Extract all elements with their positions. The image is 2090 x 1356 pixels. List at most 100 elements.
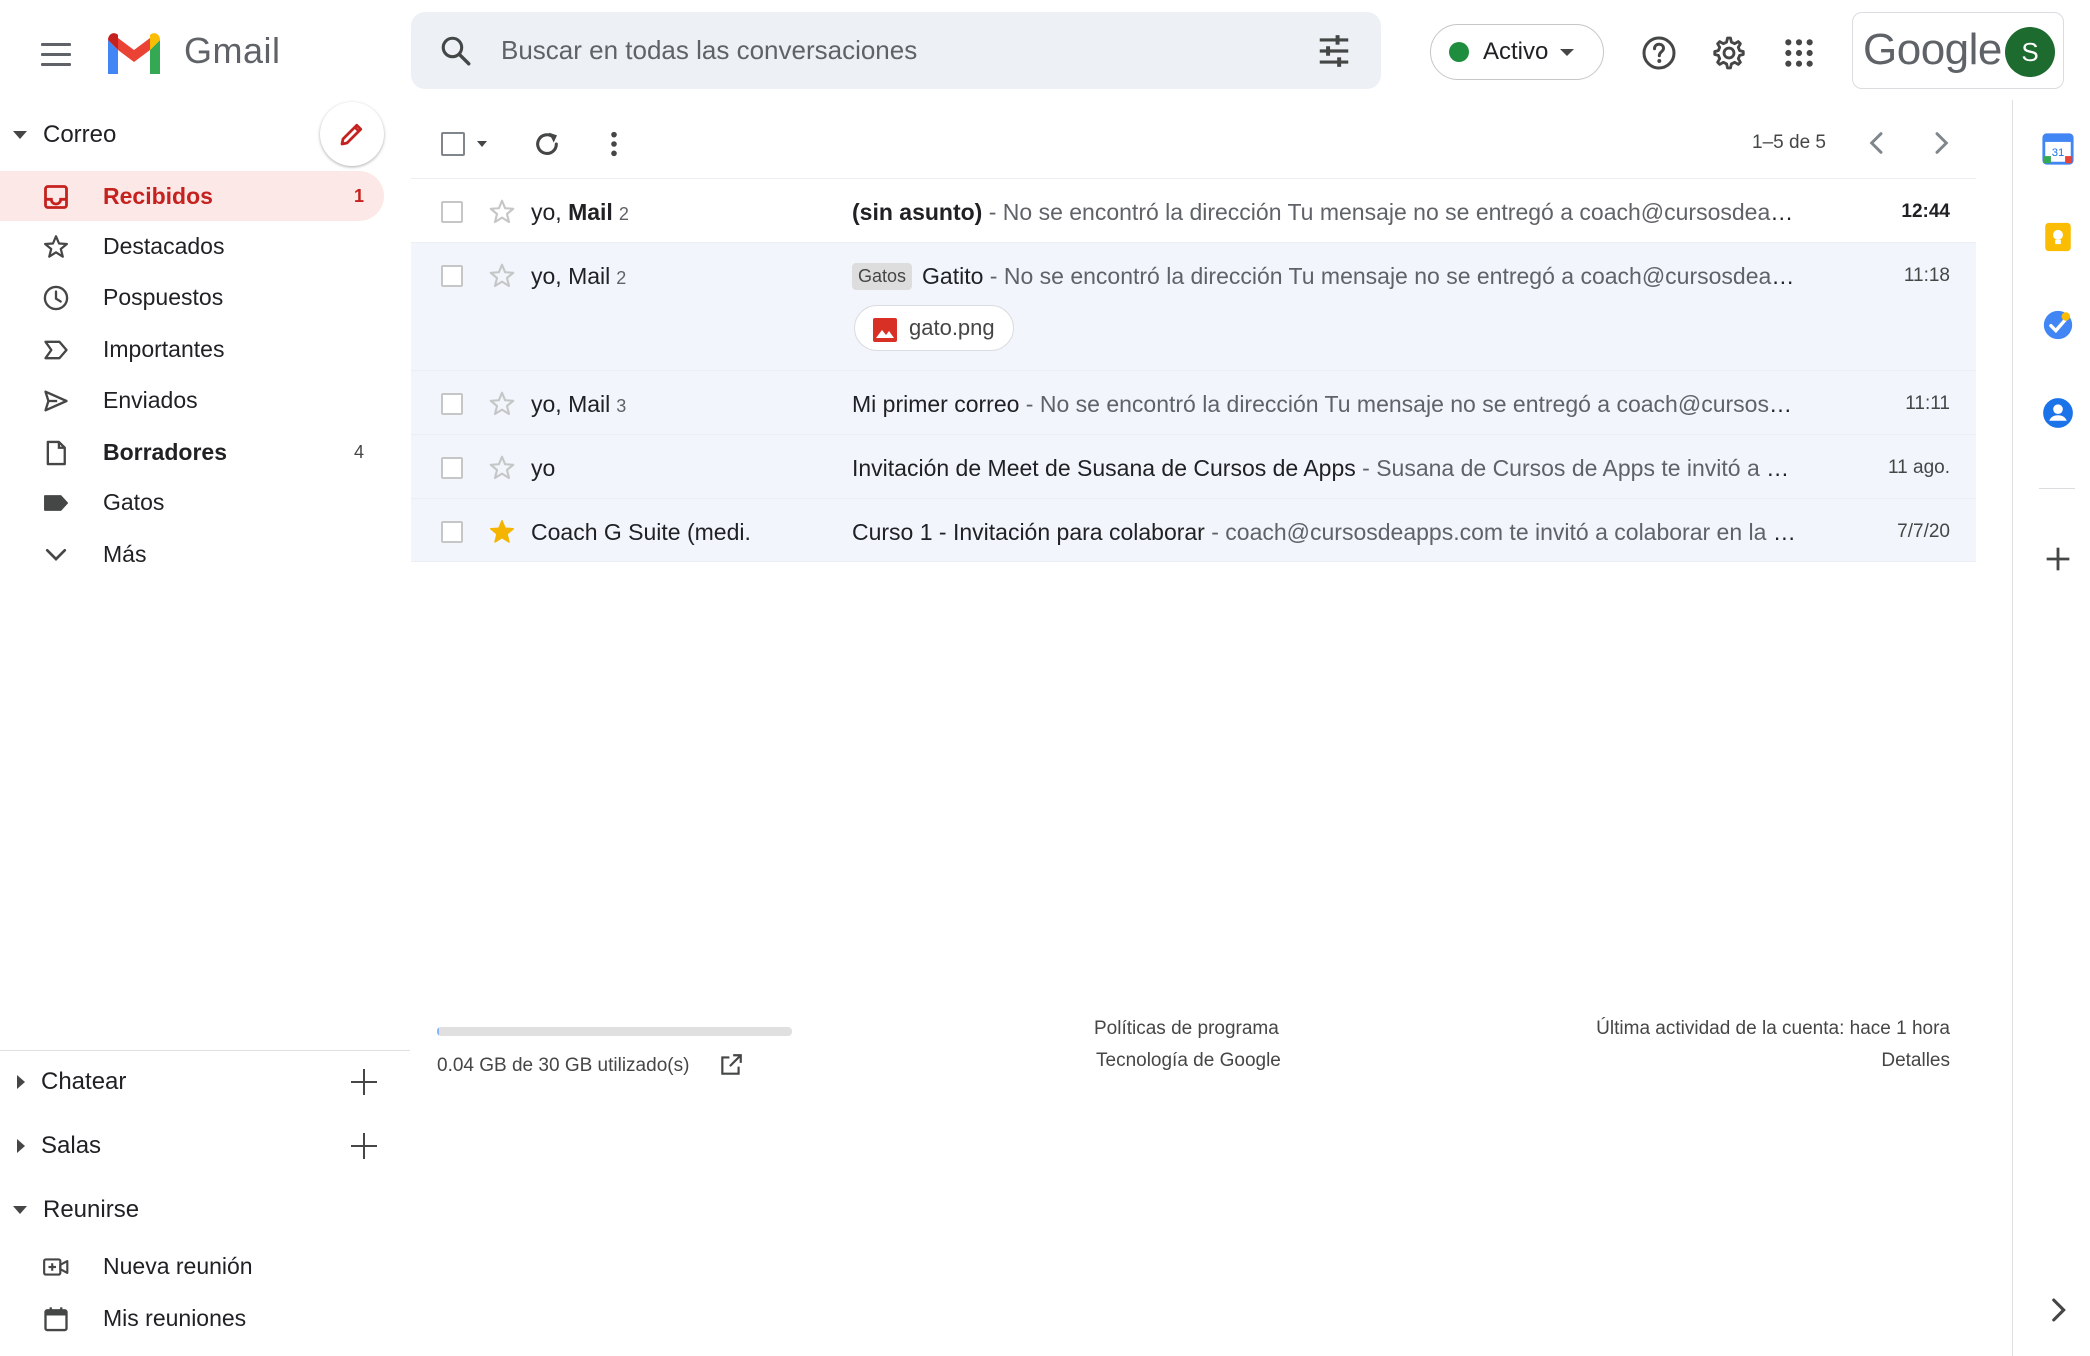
star-icon[interactable] <box>487 389 517 419</box>
email-row[interactable]: yo, Mail 2 Gatos Gatito - No se encontró l… <box>411 242 1976 370</box>
sidebar-item-label: Enviados <box>103 386 198 413</box>
email-content: (sin asunto) - No se encontró la direcci… <box>852 199 1800 225</box>
storage-bar <box>437 1027 792 1036</box>
select-dropdown-icon[interactable] <box>475 138 489 150</box>
attachment-chip[interactable]: gato.png <box>854 305 1014 351</box>
email-checkbox[interactable] <box>441 201 463 223</box>
meet-item-label: Nueva reunión <box>103 1252 253 1279</box>
sidebar-item-label: Borradores <box>103 438 227 465</box>
section-chat-label: Chatear <box>41 1068 127 1095</box>
sidebar-item-pospuestos[interactable]: Pospuestos <box>0 272 384 322</box>
sidebar-item-enviados[interactable]: Enviados <box>0 375 384 425</box>
star-icon[interactable] <box>487 197 517 227</box>
email-content: Invitación de Meet de Susana de Cursos d… <box>852 455 1800 481</box>
status-selector[interactable]: Activo <box>1430 24 1604 80</box>
email-time: 12:44 <box>1901 201 1950 222</box>
nav-divider <box>0 1050 410 1051</box>
section-meet[interactable]: Reunirse <box>0 1190 139 1230</box>
label-chip[interactable]: Gatos <box>852 263 913 290</box>
email-row[interactable]: Coach G Suite (medi. Curso 1 - Invitació… <box>411 498 1976 562</box>
sidebar-item-gatos[interactable]: Gatos <box>0 477 384 527</box>
edit-icon <box>340 123 363 146</box>
calendar-icon[interactable]: 31 <box>2041 132 2075 166</box>
email-row[interactable]: yo Invitación de Meet de Susana de Curso… <box>411 434 1976 498</box>
sidebar-item-mas[interactable]: Más <box>0 529 384 579</box>
expand-icon <box>17 1075 25 1089</box>
star-icon[interactable] <box>487 453 517 483</box>
section-chat[interactable]: Chatear <box>0 1062 126 1102</box>
attachment-name: gato.png <box>909 315 995 340</box>
contacts-icon[interactable] <box>2041 396 2075 430</box>
side-panel: 31 <box>2012 100 2090 1356</box>
section-rooms[interactable]: Salas <box>0 1126 101 1166</box>
help-icon[interactable] <box>1636 30 1682 76</box>
calendar-icon <box>42 1305 70 1333</box>
meet-new-meeting[interactable]: Nueva reunión <box>0 1241 384 1291</box>
email-checkbox[interactable] <box>441 457 463 479</box>
google-tech-link[interactable]: Tecnología de Google <box>1096 1050 1281 1072</box>
settings-icon[interactable] <box>1706 30 1752 76</box>
more-vert-icon[interactable] <box>598 128 630 160</box>
unread-count: 1 <box>353 185 364 206</box>
program-policies-link[interactable]: Políticas de programa <box>1094 1018 1279 1040</box>
account-button[interactable]: Google S <box>1852 12 2064 89</box>
sidebar-item-borradores[interactable]: Borradores 4 <box>0 427 384 477</box>
sidebar-item-importantes[interactable]: Importantes <box>0 324 384 374</box>
storage-text: 0.04 GB de 30 GB utilizado(s) <box>437 1055 690 1076</box>
chevron-right-icon[interactable] <box>2041 1293 2075 1327</box>
status-label: Activo <box>1483 38 1549 65</box>
details-link[interactable]: Detalles <box>1881 1050 1950 1072</box>
refresh-icon[interactable] <box>531 128 563 160</box>
email-time: 11:11 <box>1905 393 1950 414</box>
new-chat-plus-icon[interactable] <box>348 1066 380 1098</box>
menu-icon[interactable] <box>32 30 80 78</box>
compose-button[interactable] <box>320 102 384 166</box>
email-sender: yo, Mail 2 <box>531 199 629 225</box>
email-time: 7/7/20 <box>1897 521 1950 542</box>
sidebar-item-label: Importantes <box>103 335 225 362</box>
plus-icon[interactable] <box>2041 542 2075 576</box>
avatar[interactable]: S <box>2005 27 2055 77</box>
star-icon[interactable] <box>487 261 517 291</box>
email-row[interactable]: yo, Mail 2 (sin asunto) - No se encontró … <box>411 178 1976 242</box>
email-content: Gatos Gatito - No se encontró la direcció… <box>852 263 1800 290</box>
chevron-right-icon[interactable] <box>1925 127 1957 159</box>
keep-icon[interactable] <box>2041 220 2075 254</box>
search-bar[interactable] <box>411 12 1381 89</box>
sidebar-item-label: Recibidos <box>103 182 213 209</box>
email-checkbox[interactable] <box>441 265 463 287</box>
email-checkbox[interactable] <box>441 393 463 415</box>
email-time: 11 ago. <box>1888 457 1950 478</box>
select-all-checkbox[interactable] <box>441 132 465 156</box>
calendar-day: 31 <box>2052 147 2065 159</box>
section-mail[interactable]: Correo <box>0 115 116 155</box>
status-dot <box>1449 42 1469 62</box>
email-content: Curso 1 - Invitación para colaborar - co… <box>852 519 1800 545</box>
apps-icon[interactable] <box>1776 30 1822 76</box>
meet-item-label: Mis reuniones <box>103 1304 247 1331</box>
send-icon <box>42 387 70 415</box>
caret-down-icon <box>1560 48 1575 56</box>
tasks-icon[interactable] <box>2041 308 2075 342</box>
sidebar-item-label: Gatos <box>103 488 165 515</box>
open-external-icon[interactable] <box>718 1052 744 1078</box>
meet-my-meetings[interactable]: Mis reuniones <box>0 1293 384 1343</box>
email-checkbox[interactable] <box>441 521 463 543</box>
draft-count: 4 <box>353 441 364 462</box>
tune-icon[interactable] <box>1315 32 1353 70</box>
draft-icon <box>42 439 70 467</box>
chevron-down-icon <box>42 541 70 569</box>
star-icon-filled[interactable] <box>487 517 517 547</box>
chevron-left-icon[interactable] <box>1861 127 1893 159</box>
sidebar-item-label: Pospuestos <box>103 283 224 310</box>
brand-name: Gmail <box>184 30 281 71</box>
search-icon[interactable] <box>439 34 473 68</box>
search-input[interactable] <box>501 26 1261 74</box>
sidebar-item-destacados[interactable]: Destacados <box>0 221 384 271</box>
email-row[interactable]: yo, Mail 3 Mi primer correo - No se encon… <box>411 370 1976 434</box>
last-activity-text: Última actividad de la cuenta: hace 1 ho… <box>1596 1018 1950 1039</box>
sidebar-item-recibidos[interactable]: Recibidos 1 <box>0 171 384 221</box>
collapse-icon <box>13 131 27 139</box>
new-room-plus-icon[interactable] <box>348 1130 380 1162</box>
video-add-icon <box>42 1253 70 1281</box>
